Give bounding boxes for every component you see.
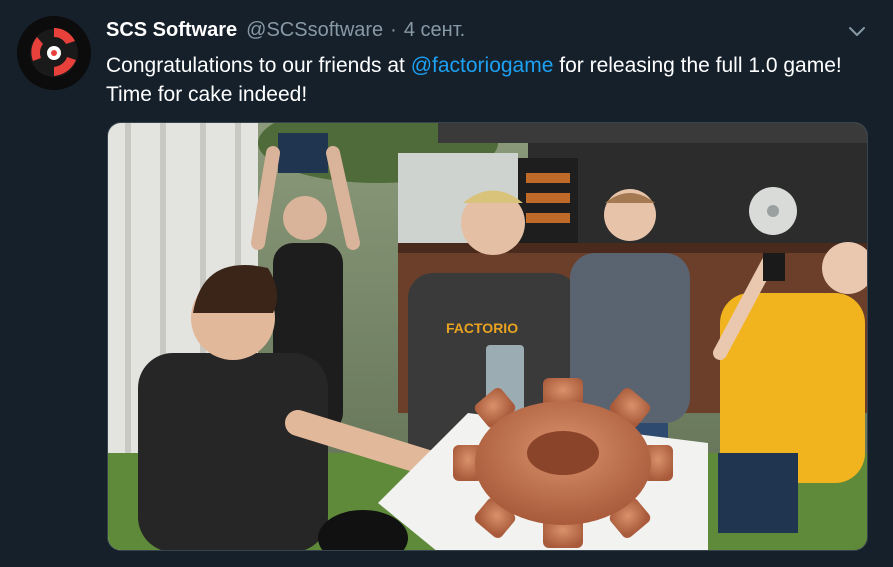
tweet-text-part: Congratulations to our friends at (106, 54, 411, 77)
chevron-down-icon (849, 27, 865, 36)
tweet-header: SCS Software @SCSsoftware · 4 сент. (106, 19, 465, 45)
header-separator: · (390, 19, 397, 41)
photo-image: FACTORIO (108, 123, 867, 550)
author-handle[interactable]: @SCSsoftware (246, 19, 383, 42)
author-display-name[interactable]: SCS Software (106, 19, 237, 42)
avatar[interactable] (17, 16, 91, 90)
scs-logo-icon (17, 16, 91, 90)
tweet-menu-button[interactable] (846, 22, 868, 40)
mention-link[interactable]: @factoriogame (411, 54, 554, 77)
tweet-text: Congratulations to our friends at @facto… (106, 51, 876, 109)
tweet: SCS Software @SCSsoftware · 4 сент. Cong… (0, 0, 893, 567)
shirt-logo-text: FACTORIO (446, 320, 518, 336)
tweet-timestamp[interactable]: 4 сент. (404, 19, 465, 42)
tweet-photo[interactable]: FACTORIO (107, 122, 868, 551)
